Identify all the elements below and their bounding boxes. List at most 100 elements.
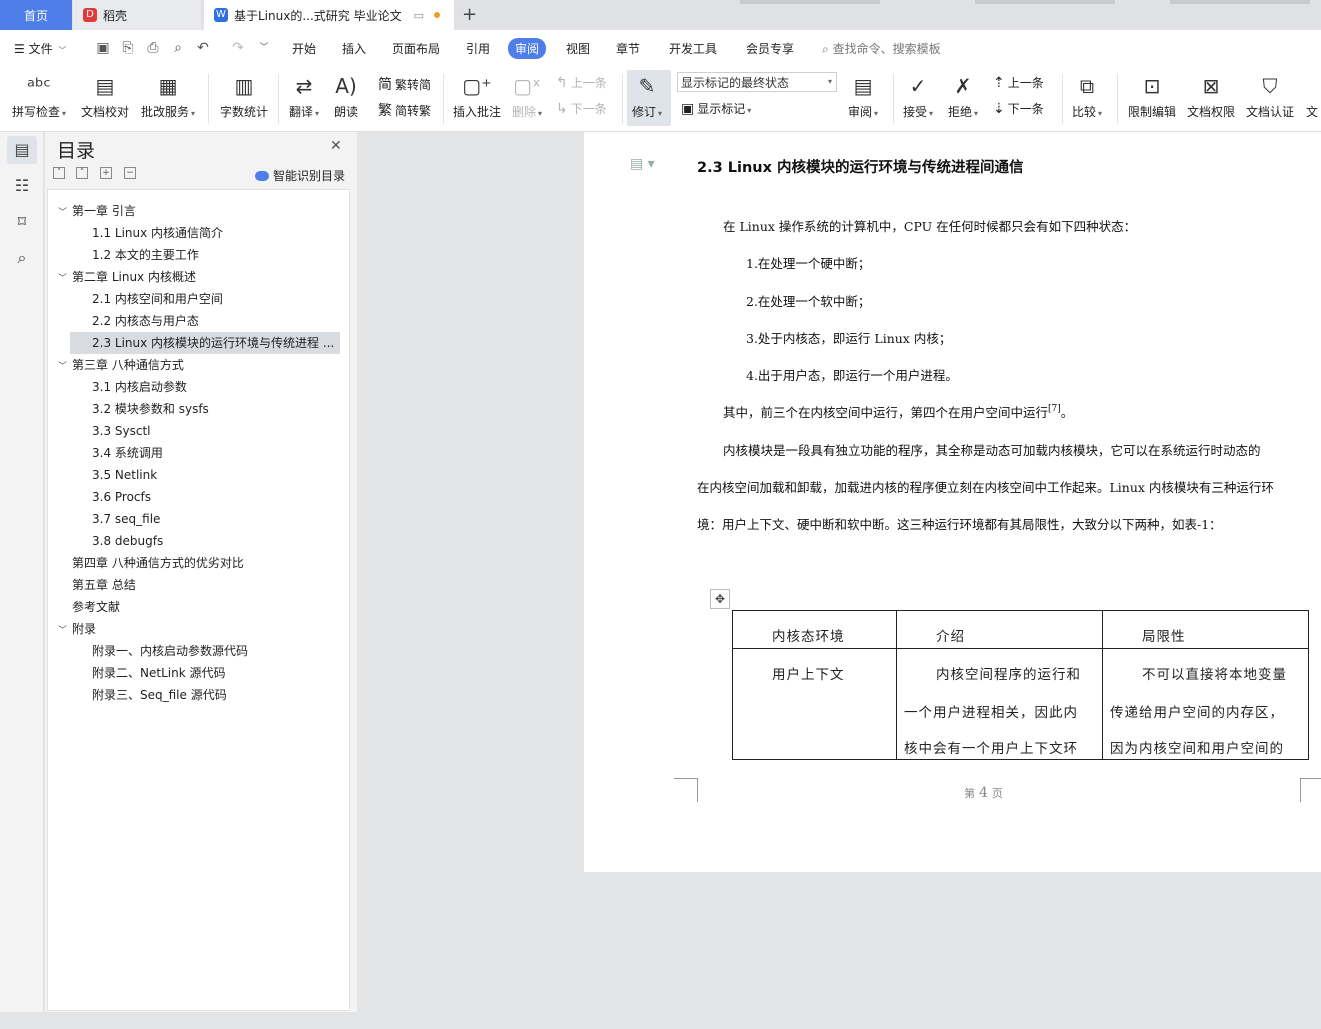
citation[interactable]: [7] <box>1048 404 1061 414</box>
table-cell: 核中会有一个用户上下文环 <box>904 741 1078 757</box>
close-icon[interactable]: ✕ <box>330 138 342 154</box>
chevron-down-icon[interactable]: ﹀ <box>58 620 72 642</box>
toc-item[interactable]: 参考文献 <box>58 596 340 618</box>
toc-item[interactable]: ﹀ 第二章 Linux 内核概述 <box>58 266 340 288</box>
toc-item-label: 第三章 八种通信方式 <box>72 358 184 372</box>
toc-item[interactable]: 附录二、NetLink 源代码 <box>70 662 340 684</box>
new-tab-plus-icon[interactable]: + <box>462 4 477 25</box>
toc-item[interactable]: 3.2 模块参数和 sysfs <box>70 398 340 420</box>
accept-button[interactable]: ✓ 接受 ▾ <box>903 72 933 120</box>
toc-item[interactable]: ﹀ 第三章 八种通信方式 <box>58 354 340 376</box>
environment-table[interactable]: 内核态环境 介绍 局限性 用户上下文 内核空间程序的运行和 一个用户进程相关，因… <box>732 610 1309 760</box>
toc-item[interactable]: 1.2 本文的主要工作 <box>70 244 340 266</box>
toc-item[interactable]: 1.1 Linux 内核通信简介 <box>70 222 340 244</box>
correction-service-button[interactable]: ▦ 批改服务 ▾ <box>141 72 195 120</box>
menu-start[interactable]: 开始 <box>292 40 316 57</box>
toc-item[interactable]: 3.8 debugfs <box>70 530 340 552</box>
toc-item[interactable]: 3.7 seq_file <box>70 508 340 530</box>
toc-item[interactable]: 附录三、Seq_file 源代码 <box>70 684 340 706</box>
document-certify-button[interactable]: ⛉ 文档认证 <box>1246 72 1294 120</box>
caret-icon: ▾ <box>747 106 752 115</box>
track-changes-button[interactable]: ✎ 修订 ▾ <box>632 72 662 120</box>
remove-heading-icon[interactable]: − <box>124 167 136 179</box>
document-permission-button[interactable]: ⊠ 文档权限 <box>1187 72 1235 120</box>
tab-home[interactable]: 首页 <box>0 0 72 30</box>
next-comment-button[interactable]: ↳ 下一条 <box>556 100 607 117</box>
reject-button[interactable]: ✗ 拒绝 ▾ <box>948 72 978 120</box>
menu-page-layout[interactable]: 页面布局 <box>392 40 440 57</box>
toc-item[interactable]: 3.1 内核启动参数 <box>70 376 340 398</box>
show-markup-button[interactable]: ▣ 显示标记 ▾ <box>681 100 751 117</box>
proofread-button[interactable]: ▤ 文档校对 <box>81 72 129 120</box>
search-icon[interactable]: ⌕ <box>7 244 37 272</box>
menu-view[interactable]: 视图 <box>566 40 590 57</box>
toc-panel-icon[interactable]: ▤ <box>7 136 37 164</box>
file-menu[interactable]: ☰ 文件 ﹀ <box>14 40 66 57</box>
print-preview-icon[interactable]: ⌕ <box>170 40 186 56</box>
prev-comment-icon: ↰ <box>556 75 568 91</box>
toc-item[interactable]: 2.2 内核态与用户态 <box>70 310 340 332</box>
delete-comment-button[interactable]: ▢ˣ 删除 ▾ <box>512 72 542 120</box>
expand-up-icon[interactable]: ˄ <box>76 167 88 179</box>
chevron-down-icon[interactable]: ﹀ <box>58 356 72 378</box>
screen-icon[interactable]: ▭ <box>414 9 424 22</box>
toc-item[interactable]: 2.1 内核空间和用户空间 <box>70 288 340 310</box>
compare-button[interactable]: ⧉ 比较 ▾ <box>1072 72 1102 120</box>
menu-insert[interactable]: 插入 <box>342 40 366 57</box>
menu-review[interactable]: 审阅 <box>508 38 547 59</box>
word-count-button[interactable]: ▥ 字数统计 <box>220 72 268 120</box>
redo-icon[interactable]: ↷ <box>230 40 246 56</box>
toc-item[interactable]: 3.5 Netlink <box>70 464 340 486</box>
caret-icon: ▾ <box>929 109 934 118</box>
tab-daoke[interactable]: D 稻壳 <box>73 0 201 30</box>
undo-icon[interactable]: ↶ <box>195 40 211 56</box>
export-pdf-icon[interactable]: ⎘ <box>120 40 136 56</box>
chevron-down-icon[interactable]: ﹀ <box>58 202 72 224</box>
smart-toc-button[interactable]: 智能识别目录 <box>255 167 345 184</box>
toc-item[interactable]: 3.3 Sysctl <box>70 420 340 442</box>
trad-to-simp-button[interactable]: 简繁转简 <box>378 74 431 94</box>
document-canvas: ▤ ▾ 2.3 Linux 内核模块的运行环境与传统进程间通信 在 Linux … <box>358 132 1321 1012</box>
document-page[interactable]: ▤ ▾ 2.3 Linux 内核模块的运行环境与传统进程间通信 在 Linux … <box>584 132 1321 872</box>
toc-item[interactable]: 3.4 系统调用 <box>70 442 340 464</box>
spell-check-button[interactable]: ᵃᵇᶜ 拼写检查 ▾ <box>12 72 66 120</box>
writer-logo-icon: W <box>214 8 228 22</box>
save-icon[interactable]: ▣ <box>95 40 111 56</box>
simp-to-trad-button[interactable]: 繁简转繁 <box>378 100 431 120</box>
document-outline-icon[interactable]: ▤ ▾ <box>630 156 655 172</box>
tab-decoration <box>975 0 1115 4</box>
menu-chapter[interactable]: 章节 <box>616 40 640 57</box>
bookmark-icon[interactable]: ⌑ <box>7 208 37 236</box>
markup-state-select[interactable]: 显示标记的最终状态 ▾ <box>677 72 837 92</box>
next-change-button[interactable]: ⇣ 下一条 <box>993 100 1044 117</box>
command-search[interactable]: ⌕ 查找命令、搜索模板 <box>822 40 941 57</box>
paragraph: 境：用户上下文、硬中断和软中断。这三种运行环境都有其局限性，大致分以下两种，如表… <box>697 517 1222 532</box>
toc-item[interactable]: 3.6 Procfs <box>70 486 340 508</box>
prev-change-button[interactable]: ⇡ 上一条 <box>993 74 1044 91</box>
insert-comment-button[interactable]: ▢⁺ 插入批注 <box>453 72 501 120</box>
add-heading-icon[interactable]: + <box>100 167 112 179</box>
toc-item-label: 第五章 总结 <box>72 578 136 592</box>
quick-access-more-icon[interactable]: ﹀ <box>256 40 272 56</box>
ribbon-overflow-button[interactable]: 文 <box>1306 72 1318 120</box>
read-aloud-button[interactable]: A) 朗读 <box>334 72 358 120</box>
toc-item[interactable]: 第四章 八种通信方式的优劣对比 <box>58 552 340 574</box>
toc-item[interactable]: 2.3 Linux 内核模块的运行环境与传统进程 ... <box>70 332 340 354</box>
toc-item[interactable]: 附录一、内核启动参数源代码 <box>70 640 340 662</box>
toc-item[interactable]: ﹀ 附录 <box>58 618 340 640</box>
restrict-editing-button[interactable]: ⊡ 限制编辑 <box>1128 72 1176 120</box>
translate-button[interactable]: ⇄ 翻译 ▾ <box>289 72 319 120</box>
menu-member[interactable]: 会员专享 <box>746 40 794 57</box>
chapter-nav-icon[interactable]: ☷ <box>7 172 37 200</box>
print-icon[interactable]: ⎙ <box>145 40 161 56</box>
review-pane-button[interactable]: ▤ 审阅 ▾ <box>848 72 878 120</box>
prev-comment-button[interactable]: ↰ 上一条 <box>556 74 607 91</box>
toc-item[interactable]: ﹀ 第一章 引言 <box>58 200 340 222</box>
menu-references[interactable]: 引用 <box>466 40 490 57</box>
menu-developer[interactable]: 开发工具 <box>669 40 717 57</box>
chevron-down-icon[interactable]: ﹀ <box>58 268 72 290</box>
collapse-all-icon[interactable]: ˅ <box>53 167 65 179</box>
table-move-handle-icon[interactable]: ✥ <box>710 589 730 609</box>
toc-item[interactable]: 第五章 总结 <box>58 574 340 596</box>
tab-document[interactable]: W 基于Linux的...式研究 毕业论文 ▭ <box>204 0 454 30</box>
